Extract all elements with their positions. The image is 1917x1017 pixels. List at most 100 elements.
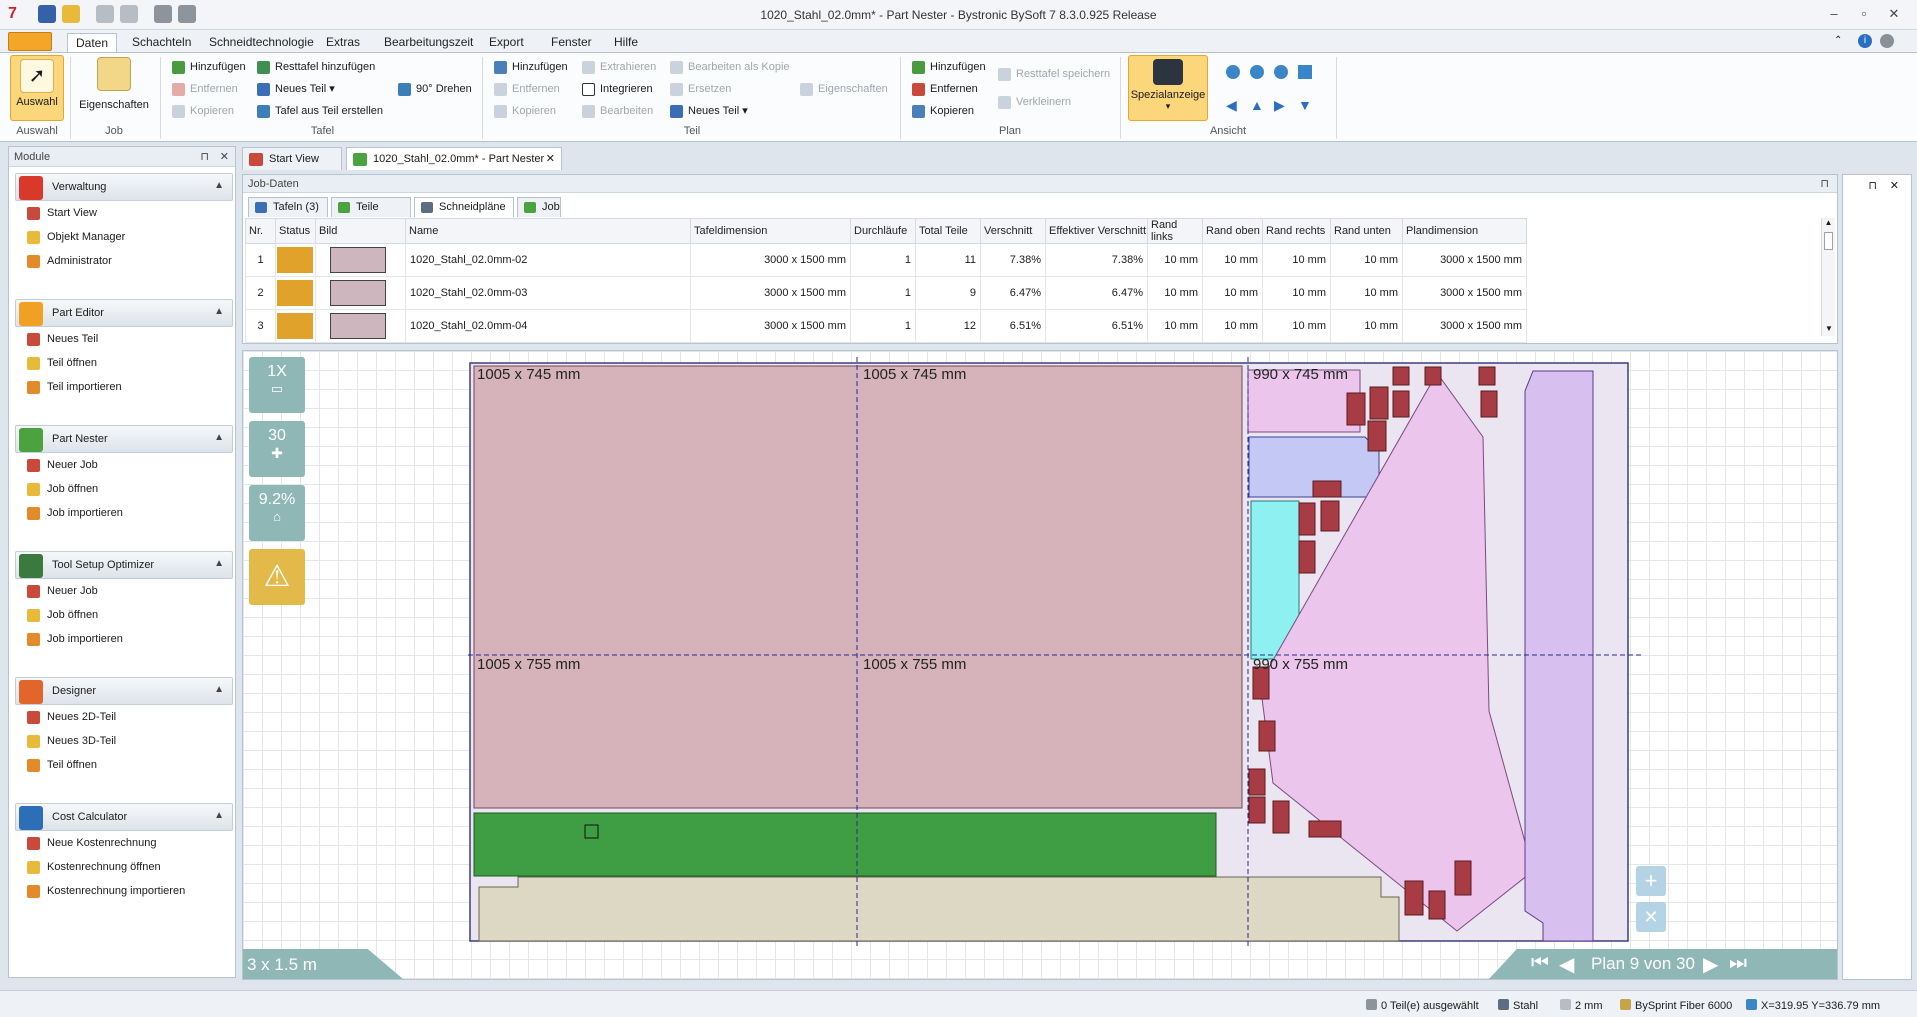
tab-hilfe[interactable]: Hilfe xyxy=(606,33,646,52)
teil-neues-teil-dropdown[interactable]: Neues Teil ▾ xyxy=(668,102,748,120)
close-button[interactable]: ✕ xyxy=(1886,6,1902,22)
small-part[interactable] xyxy=(1367,420,1387,452)
module-section-header[interactable]: Verwaltung ▲ xyxy=(15,173,233,201)
small-part[interactable] xyxy=(1258,720,1276,752)
tab-teile[interactable]: Teile (197) xyxy=(331,197,411,232)
column-header[interactable]: Rand unten xyxy=(1330,218,1403,244)
module-item[interactable]: Job importieren xyxy=(15,501,233,525)
column-header[interactable]: Bild xyxy=(315,218,406,244)
remove-plan-floating-button[interactable]: ✕ xyxy=(1636,902,1666,932)
tab-export[interactable]: Export xyxy=(481,33,532,52)
doc-tab-part-nester[interactable]: 1020_Stahl_02.0mm* - Part Nester ✕ xyxy=(346,147,562,170)
zoom-window-icon[interactable] xyxy=(1274,65,1288,79)
teil-hinzufuegen-button[interactable]: Hinzufügen xyxy=(492,58,568,76)
module-section-header[interactable]: Designer ▲ xyxy=(15,677,233,705)
column-header[interactable]: Nr. xyxy=(245,218,276,244)
module-section-header[interactable]: Part Editor ▲ xyxy=(15,299,233,327)
module-item[interactable]: Kostenrechnung öffnen xyxy=(15,855,233,879)
column-header[interactable]: Name xyxy=(405,218,691,244)
table-scrollbar[interactable]: ▲ ▼ xyxy=(1821,218,1835,336)
add-plan-floating-button[interactable]: + xyxy=(1636,866,1666,896)
green-strip-part[interactable] xyxy=(473,812,1217,877)
module-section-header[interactable]: Cost Calculator ▲ xyxy=(15,803,233,831)
module-section-header[interactable]: Part Nester ▲ xyxy=(15,425,233,453)
sheet-drawing[interactable]: 1005 x 745 mm 1005 x 745 mm 990 x 745 mm… xyxy=(243,351,1837,979)
column-header[interactable]: Status xyxy=(275,218,316,244)
column-header[interactable]: Rand links xyxy=(1147,218,1203,244)
application-menu-button[interactable] xyxy=(8,32,52,51)
close-icon[interactable]: ✕ xyxy=(220,147,229,167)
module-item[interactable]: Kostenrechnung importieren xyxy=(15,879,233,903)
module-item[interactable]: Administrator xyxy=(15,249,233,273)
small-part[interactable] xyxy=(1428,890,1446,920)
small-part[interactable] xyxy=(1248,796,1266,824)
resttafel-speichern-button[interactable]: Resttafel speichern xyxy=(996,65,1110,83)
tab-extras[interactable]: Extras xyxy=(318,33,368,52)
tafel-aus-teil-button[interactable]: Tafel aus Teil erstellen xyxy=(255,102,383,120)
close-icon[interactable]: ✕ xyxy=(1890,179,1899,192)
module-item[interactable]: Neues 2D-Teil xyxy=(15,705,233,729)
plan-hinzufuegen-button[interactable]: Hinzufügen xyxy=(910,58,986,76)
module-item[interactable]: Job öffnen xyxy=(15,477,233,501)
chevron-up-icon[interactable]: ▲ xyxy=(214,306,224,317)
column-header[interactable]: Rand rechts xyxy=(1262,218,1331,244)
tafel-entfernen-button[interactable]: Entfernen xyxy=(170,80,238,98)
scroll-thumb[interactable] xyxy=(1824,232,1833,250)
doc-tab-start-view[interactable]: Start View xyxy=(242,147,342,170)
small-part[interactable] xyxy=(1346,392,1366,426)
pan-left-icon[interactable]: ◀ xyxy=(1226,97,1237,114)
column-header[interactable]: Verschnitt xyxy=(980,218,1046,244)
small-part[interactable] xyxy=(1248,768,1266,796)
tab-bearbeitungszeit[interactable]: Bearbeitungszeit xyxy=(376,33,481,52)
extrahieren-button[interactable]: Extrahieren xyxy=(580,58,656,76)
module-item[interactable]: Teil importieren xyxy=(15,375,233,399)
pan-right-icon[interactable]: ▶ xyxy=(1274,97,1285,114)
tafel-kopieren-button[interactable]: Kopieren xyxy=(170,102,234,120)
help-icon[interactable]: i xyxy=(1858,34,1872,48)
verkleinern-button[interactable]: Verkleinern xyxy=(996,93,1071,111)
scroll-up-icon[interactable]: ▲ xyxy=(1822,218,1835,230)
chevron-up-icon[interactable]: ▲ xyxy=(214,432,224,443)
small-part[interactable] xyxy=(1298,502,1316,536)
settings-icon[interactable] xyxy=(1880,34,1894,48)
bearbeiten-als-kopie-button[interactable]: Bearbeiten als Kopie xyxy=(668,58,790,76)
plan-entfernen-button[interactable]: Entfernen xyxy=(910,80,978,98)
chevron-up-icon[interactable]: ▲ xyxy=(214,810,224,821)
tab-daten[interactable]: Daten xyxy=(67,33,118,52)
tab-fenster[interactable]: Fenster xyxy=(543,33,600,52)
small-part[interactable] xyxy=(1478,366,1496,386)
collapse-ribbon-icon[interactable]: ⌃ xyxy=(1834,35,1842,46)
module-item[interactable]: Neuer Job xyxy=(15,579,233,603)
column-header[interactable]: Durchläufe xyxy=(850,218,916,244)
column-header[interactable]: Effektiver Verschnitt xyxy=(1045,218,1148,244)
pan-down-icon[interactable]: ▼ xyxy=(1298,97,1312,113)
small-part[interactable] xyxy=(1392,390,1410,418)
module-item[interactable]: Neuer Job xyxy=(15,453,233,477)
table-row[interactable]: 3 1020_Stahl_02.0mm-04 3000 x 1500 mm 1 12 6.… xyxy=(245,309,1527,343)
module-item[interactable]: Job öffnen xyxy=(15,603,233,627)
module-item[interactable]: Objekt Manager xyxy=(15,225,233,249)
beige-base-part[interactable] xyxy=(478,876,1400,942)
teil-eigenschaften-button[interactable]: Eigenschaften xyxy=(798,80,888,98)
integrieren-button[interactable]: Integrieren xyxy=(580,80,653,98)
tafel-hinzufuegen-button[interactable]: Hinzufügen xyxy=(170,58,246,76)
small-part[interactable] xyxy=(1272,800,1290,834)
pan-up-icon[interactable]: ▲ xyxy=(1250,97,1264,113)
module-section-header[interactable]: Tool Setup Optimizer ▲ xyxy=(15,551,233,579)
tab-schachteln[interactable]: Schachteln xyxy=(124,33,199,52)
teil-bearbeiten-button[interactable]: Bearbeiten xyxy=(580,102,653,120)
column-header[interactable]: Rand oben xyxy=(1202,218,1263,244)
zoom-out-icon[interactable] xyxy=(1250,65,1264,79)
minimize-button[interactable]: – xyxy=(1826,6,1842,22)
spezialanzeige-button[interactable]: Spezialanzeige ▾ xyxy=(1128,55,1208,121)
module-item[interactable]: Teil öffnen xyxy=(15,753,233,777)
chevron-up-icon[interactable]: ▲ xyxy=(214,558,224,569)
chevron-up-icon[interactable]: ▲ xyxy=(214,180,224,191)
module-item[interactable]: Job importieren xyxy=(15,627,233,651)
chevron-up-icon[interactable]: ▲ xyxy=(214,684,224,695)
main-plate-part[interactable] xyxy=(473,365,1243,809)
resttafel-hinzufuegen-button[interactable]: Resttafel hinzufügen xyxy=(255,58,375,76)
module-item[interactable]: Neues Teil xyxy=(15,327,233,351)
small-part[interactable] xyxy=(1392,366,1410,386)
pin-icon[interactable]: ⊓ xyxy=(200,147,209,167)
